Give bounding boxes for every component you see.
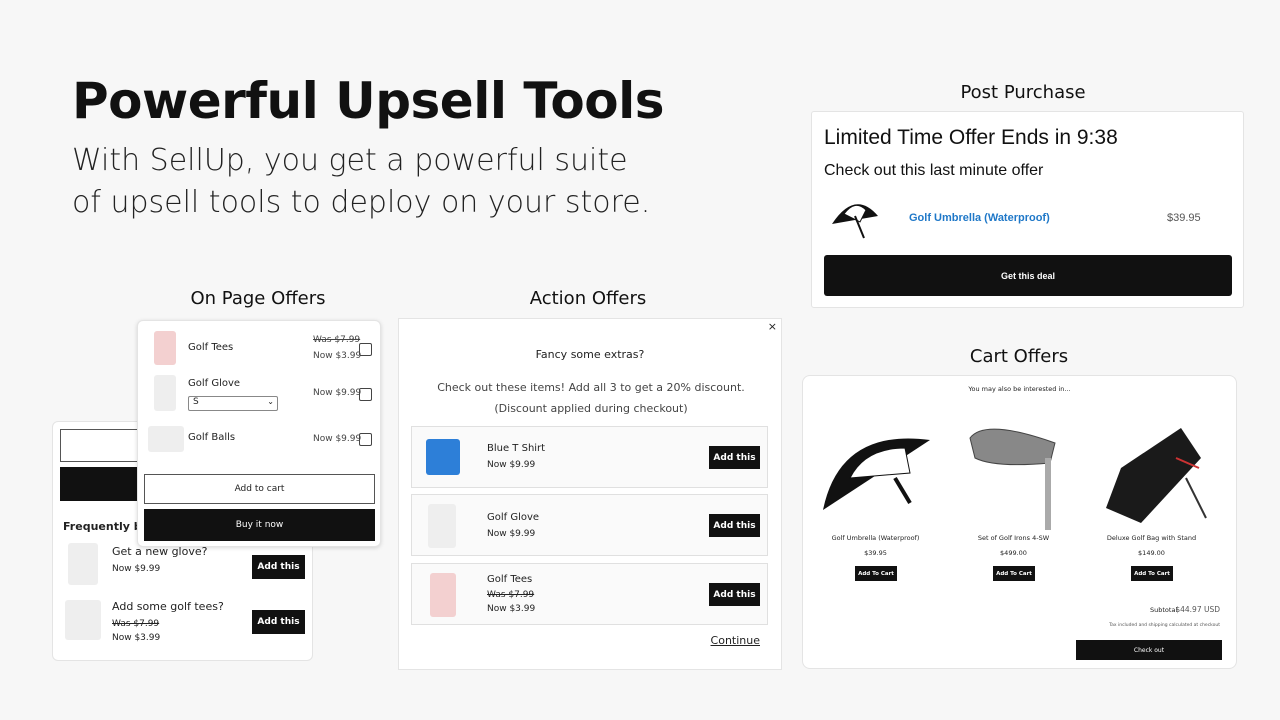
- modal-description: Check out these items! Add all 3 to get …: [437, 381, 745, 415]
- fbt-item-was: Was $7.99: [112, 619, 160, 629]
- product-link[interactable]: Golf Umbrella (Waterproof): [909, 212, 1050, 224]
- golf-iron-image: [965, 418, 1060, 530]
- cart-item-price: $149.00: [1138, 549, 1165, 557]
- golf-tees-image: [154, 331, 176, 365]
- section-label-post-purchase: Post Purchase: [960, 82, 1086, 103]
- tees-image: [65, 600, 101, 640]
- get-deal-button[interactable]: Get this deal: [824, 255, 1232, 296]
- umbrella-image: [830, 194, 880, 242]
- golf-balls-image: [148, 426, 184, 452]
- bundle-item-was: Was $7.99: [313, 335, 361, 345]
- bundle-item-name: Golf Tees: [188, 342, 234, 353]
- offer-name: Golf Tees: [487, 574, 533, 585]
- section-label-cart: Cart Offers: [969, 346, 1069, 367]
- bundle-item-now: Now $9.99: [313, 388, 362, 398]
- section-label-on-page: On Page Offers: [190, 288, 326, 309]
- subtotal-label: Subtotal: [1150, 606, 1178, 614]
- offer-row: Blue T Shirt Now $9.99 Add this: [411, 426, 768, 488]
- umbrella-image: [820, 418, 932, 526]
- offer-now: Now $9.99: [487, 460, 536, 470]
- hero-title: Powerful Upsell Tools: [72, 72, 664, 130]
- cart-item-price: $39.95: [864, 549, 887, 557]
- bundle-popup: Golf Tees Was $7.99 Now $3.99 Golf Glove…: [137, 320, 381, 547]
- post-purchase-card: Limited Time Offer Ends in 9:38 Check ou…: [811, 111, 1244, 308]
- bundle-checkbox[interactable]: [359, 388, 372, 401]
- add-this-button[interactable]: Add this: [709, 446, 760, 469]
- bundle-item-now: Now $3.99: [313, 351, 362, 361]
- cart-item-price: $499.00: [1000, 549, 1027, 557]
- modal-heading: Fancy some extras?: [535, 348, 645, 361]
- cart-item-name: Deluxe Golf Bag with Stand: [1106, 534, 1197, 542]
- blue-shirt-image: [426, 439, 460, 475]
- glove-image: [68, 543, 98, 585]
- tees-image: [430, 573, 456, 617]
- add-to-cart-button[interactable]: Add To Cart: [1131, 566, 1173, 581]
- checkout-button[interactable]: Check out: [1076, 640, 1222, 660]
- fbt-item-now: Now $9.99: [112, 564, 161, 574]
- offer-row: Golf Tees Was $7.99 Now $3.99 Add this: [411, 563, 768, 625]
- bundle-item-name: Golf Glove: [188, 378, 241, 389]
- offer-row: Golf Glove Now $9.99 Add this: [411, 494, 768, 556]
- size-select-value: S: [193, 397, 199, 407]
- subtitle-line: of upsell tools to deploy on your store.: [72, 185, 651, 220]
- action-offer-modal: × Fancy some extras? Check out these ite…: [398, 318, 782, 670]
- timer-heading: Limited Time Offer Ends in 9:38: [824, 126, 1118, 149]
- hero-subtitle: With SellUp, you get a powerful suite of …: [72, 140, 672, 224]
- cart-drawer: You may also be interested in... Golf Um…: [802, 375, 1237, 669]
- offer-subheading: Check out this last minute offer: [824, 162, 1044, 179]
- add-this-button[interactable]: Add this: [252, 610, 305, 634]
- add-to-cart-button[interactable]: Add To Cart: [855, 566, 897, 581]
- subtotal-value: $44.97 USD: [1175, 605, 1220, 614]
- size-select[interactable]: S ⌄: [188, 396, 278, 411]
- chevron-down-icon: ⌄: [267, 397, 274, 406]
- cart-item-name: Set of Golf Irons 4-SW: [977, 534, 1050, 542]
- add-this-button[interactable]: Add this: [709, 514, 760, 537]
- bundle-checkbox[interactable]: [359, 343, 372, 356]
- subtitle-line: With SellUp, you get a powerful suite: [72, 143, 628, 178]
- offer-now: Now $9.99: [487, 529, 536, 539]
- add-this-button[interactable]: Add this: [252, 555, 305, 579]
- cart-item-name: Golf Umbrella (Waterproof): [831, 534, 920, 542]
- glove-image: [428, 504, 456, 548]
- offer-now: Now $3.99: [487, 604, 536, 614]
- continue-link[interactable]: Continue: [711, 634, 760, 647]
- product-price: $39.95: [1167, 212, 1201, 224]
- offer-name: Golf Glove: [487, 512, 540, 523]
- bundle-checkbox[interactable]: [359, 433, 372, 446]
- bundle-item-now: Now $9.99: [313, 434, 362, 444]
- offer-was: Was $7.99: [487, 590, 535, 600]
- golf-glove-image: [154, 375, 176, 411]
- cart-upsell-heading: You may also be interested in...: [968, 385, 1071, 393]
- fbt-item-name: Add some golf tees?: [112, 600, 224, 613]
- add-to-cart-button[interactable]: Add to cart: [144, 474, 375, 504]
- offer-name: Blue T Shirt: [487, 443, 546, 454]
- add-to-cart-button[interactable]: Add To Cart: [993, 566, 1035, 581]
- bundle-item-name: Golf Balls: [188, 432, 236, 443]
- section-label-action: Action Offers: [529, 288, 647, 309]
- close-icon[interactable]: ×: [768, 320, 777, 333]
- golf-bag-image: [1101, 418, 1209, 530]
- tax-note: Tax included and shipping calculated at …: [1109, 623, 1220, 628]
- fbt-item-now: Now $3.99: [112, 633, 161, 643]
- buy-now-button[interactable]: Buy it now: [144, 509, 375, 541]
- add-this-button[interactable]: Add this: [709, 583, 760, 606]
